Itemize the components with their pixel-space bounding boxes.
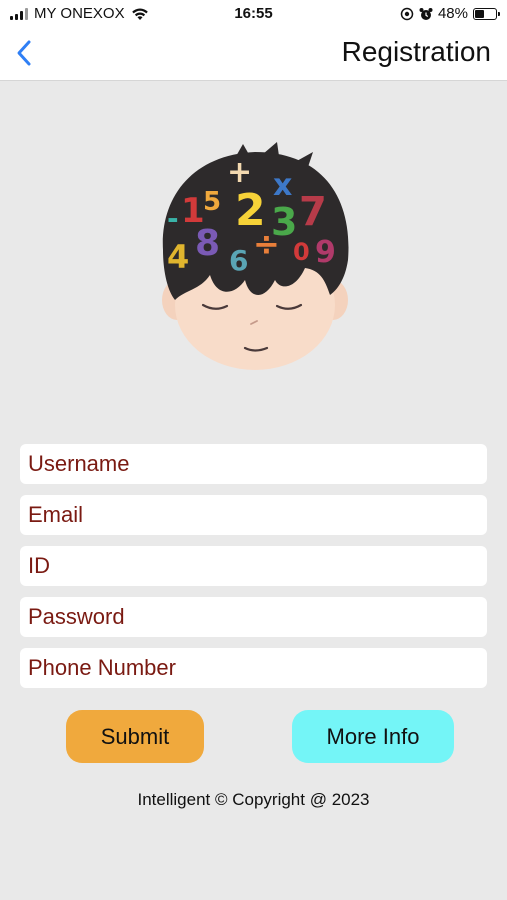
- location-icon: [400, 7, 414, 20]
- battery-percent: 48%: [437, 5, 468, 22]
- nav-bar: Registration: [0, 28, 507, 81]
- number-glyph: -: [167, 202, 179, 235]
- copyright-footer: Intelligent © Copyright @ 2023: [137, 790, 370, 809]
- status-right: 48%: [400, 5, 500, 22]
- number-glyph: 5: [203, 187, 221, 217]
- more-info-button[interactable]: More Info: [292, 710, 454, 763]
- password-field[interactable]: [20, 597, 487, 637]
- phone-number-field[interactable]: [20, 648, 487, 688]
- battery-fill: [475, 9, 485, 18]
- back-button[interactable]: [12, 38, 40, 68]
- number-glyph: 9: [315, 235, 336, 270]
- number-glyph: ÷: [253, 225, 280, 263]
- number-glyph: 7: [299, 189, 327, 235]
- email-field[interactable]: [20, 495, 487, 535]
- id-field[interactable]: [20, 546, 487, 586]
- number-glyph: 0: [293, 238, 310, 266]
- alarm-icon: [419, 7, 433, 20]
- number-glyph: 4: [167, 238, 189, 276]
- number-glyph: 8: [195, 223, 220, 264]
- number-glyph: x: [273, 168, 292, 203]
- battery-icon: [473, 7, 500, 20]
- status-bar: MY ONEXOX 16:55 48%: [0, 0, 507, 28]
- chevron-left-icon: [17, 40, 31, 66]
- number-glyph: 6: [229, 244, 248, 277]
- math-kid-illustration: + x - 1 5 2 3 7 4 8 6 ÷ 0 9: [155, 140, 355, 375]
- submit-button[interactable]: Submit: [66, 710, 204, 763]
- page-title: Registration: [341, 36, 491, 67]
- username-field[interactable]: [20, 444, 487, 484]
